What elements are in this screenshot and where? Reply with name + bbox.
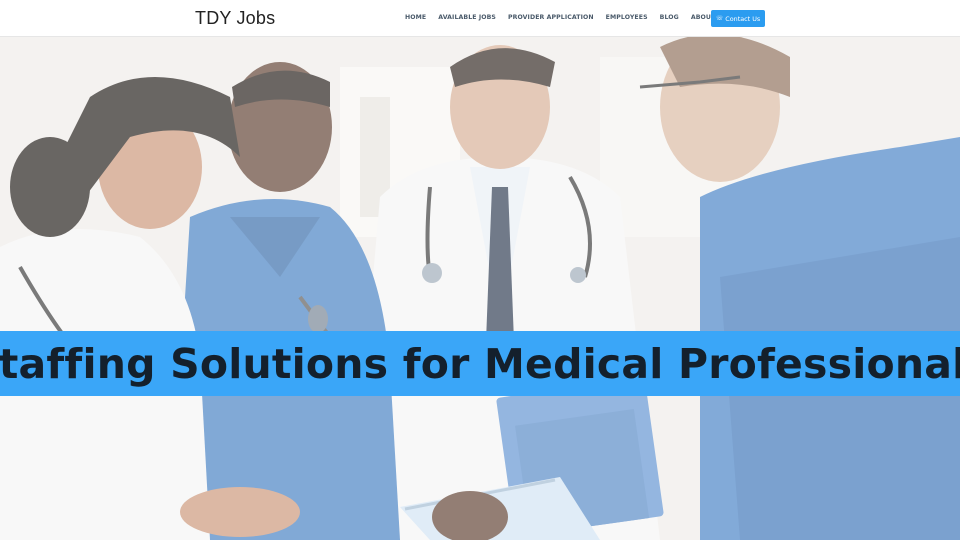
hero-overlay — [0, 37, 960, 540]
hero-headline: Staffing Solutions for Medical Professio… — [0, 339, 960, 388]
nav-provider-application[interactable]: PROVIDER APPLICATION — [508, 14, 594, 21]
nav-available-jobs[interactable]: AVAILABLE JOBS — [438, 14, 496, 21]
nav-blog[interactable]: BLOG — [660, 14, 679, 21]
contact-us-button[interactable]: ☏ Contact Us — [711, 10, 765, 27]
site-logo[interactable]: TDY Jobs — [195, 8, 275, 29]
hero-banner: Staffing Solutions for Medical Professio… — [0, 331, 960, 396]
main-nav: HOME AVAILABLE JOBS PROVIDER APPLICATION… — [405, 14, 727, 21]
nav-employees[interactable]: EMPLOYEES — [606, 14, 648, 21]
hero-section: Staffing Solutions for Medical Professio… — [0, 37, 960, 540]
site-header: TDY Jobs HOME AVAILABLE JOBS PROVIDER AP… — [0, 0, 960, 37]
contact-us-label: Contact Us — [725, 14, 761, 23]
nav-home[interactable]: HOME — [405, 14, 426, 21]
phone-icon: ☏ — [715, 14, 724, 22]
